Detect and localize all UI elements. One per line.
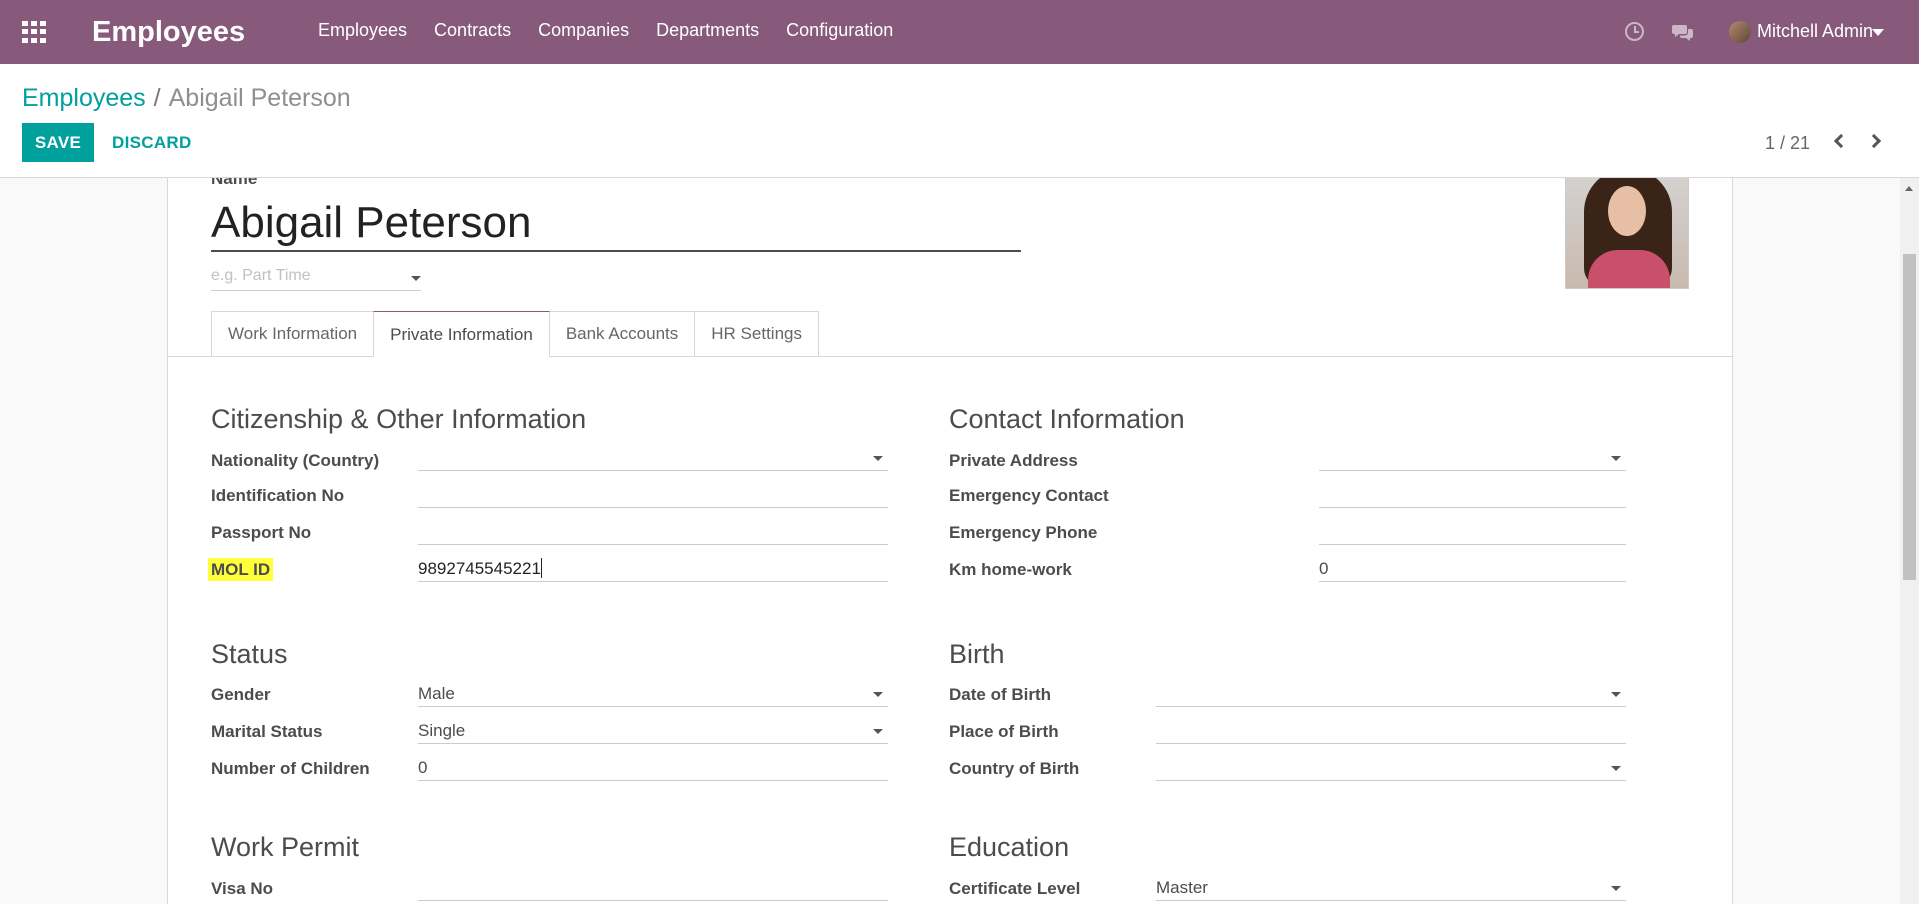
work-permit-group-title: Work Permit [211,832,360,862]
country-of-birth-label: Country of Birth [949,759,1080,778]
discard-button[interactable]: DISCARD [112,123,192,162]
form-sheet: Name Abigail Peterson e.g. Part Time Wor… [167,178,1733,904]
tab-work-information[interactable]: Work Information [211,311,375,356]
pager-value[interactable]: 1 / 21 [1765,133,1810,154]
gender-label: Gender [211,685,271,704]
messages-chat-icon[interactable] [1672,23,1694,41]
menu-item-configuration[interactable]: Configuration [786,20,893,41]
menu-item-employees[interactable]: Employees [318,20,407,41]
breadcrumb-employees-link[interactable]: Employees [22,84,146,112]
marital-status-value: Single [418,721,466,740]
employee-name-input[interactable]: Abigail Peterson [211,197,1021,252]
mol-id-label-text: MOL ID [208,558,274,581]
emergency-phone-label: Emergency Phone [949,523,1098,542]
breadcrumb: Employees / Abigail Peterson [22,84,351,113]
job-title-placeholder: e.g. Part Time [211,267,311,284]
user-menu-name[interactable]: Mitchell Admin [1757,21,1873,42]
caret-down-icon [1611,766,1621,771]
visa-no-label: Visa No [211,879,274,898]
user-menu-caret-icon[interactable] [1872,29,1884,36]
gender-value: Male [418,684,455,703]
nationality-select[interactable] [418,445,888,471]
identification-no-input[interactable] [418,482,888,508]
job-title-select[interactable]: e.g. Part Time [211,267,421,291]
contact-group-title: Contact Information [949,404,1185,434]
certificate-level-select[interactable]: Master [1156,875,1626,901]
user-avatar[interactable] [1729,21,1751,43]
pager-previous-button[interactable] [1830,132,1850,152]
caret-down-icon [873,729,883,734]
private-address-label: Private Address [949,451,1078,470]
marital-status-label: Marital Status [211,722,323,741]
save-button[interactable]: SAVE [22,123,94,162]
page-scrollbar[interactable] [1900,178,1919,904]
mol-id-value: 9892745545221 [418,559,541,578]
caret-down-icon [411,276,421,281]
passport-no-input[interactable] [418,519,888,545]
form-tabs: Work Information Private Information Ban… [211,311,819,357]
scroll-up-arrow-icon[interactable] [1905,186,1913,191]
form-view: Name Abigail Peterson e.g. Part Time Wor… [0,178,1900,904]
caret-down-icon [1611,692,1621,697]
top-navbar: Employees Employees Contracts Companies … [0,0,1919,64]
certificate-level-label: Certificate Level [949,879,1081,898]
emergency-contact-label: Emergency Contact [949,486,1109,505]
breadcrumb-current: Abigail Peterson [168,84,351,112]
mol-id-label: MOL ID [208,558,274,581]
certificate-level-value: Master [1156,878,1208,897]
passport-no-label: Passport No [211,523,312,542]
gender-select[interactable]: Male [418,681,888,707]
nationality-label: Nationality (Country) [211,451,380,470]
caret-down-icon [1611,886,1621,891]
private-address-select[interactable] [1319,445,1626,471]
tab-bank-accounts[interactable]: Bank Accounts [548,311,696,356]
citizenship-group-title: Citizenship & Other Information [211,404,587,434]
scrollbar-thumb[interactable] [1903,254,1916,580]
place-of-birth-label: Place of Birth [949,722,1059,741]
date-of-birth-input[interactable] [1156,681,1626,707]
text-cursor [540,558,542,578]
number-of-children-label: Number of Children [211,759,370,778]
menu-item-contracts[interactable]: Contracts [434,20,511,41]
caret-down-icon [873,692,883,697]
employee-photo[interactable] [1565,178,1689,289]
breadcrumb-separator: / [153,84,161,112]
km-home-work-label: Km home-work [949,560,1072,579]
marital-status-select[interactable]: Single [418,718,888,744]
pager-next-button[interactable] [1866,132,1887,152]
caret-down-icon [1611,456,1621,461]
km-home-work-input[interactable]: 0 [1319,556,1626,582]
education-group-title: Education [949,832,1070,862]
control-panel: Employees / Abigail Peterson SAVE DISCARD … [0,64,1919,178]
main-menu: Employees Contracts Companies Department… [318,20,920,41]
app-title: Employees [92,16,246,48]
birth-group-title: Birth [949,639,1005,669]
tab-hr-settings[interactable]: HR Settings [694,311,819,356]
place-of-birth-input[interactable] [1156,718,1626,744]
tab-private-information[interactable]: Private Information [373,311,550,357]
menu-item-companies[interactable]: Companies [538,20,629,41]
name-label: Name [211,178,258,188]
apps-menu-icon[interactable] [22,21,46,43]
chevron-left-icon [1833,133,1849,149]
caret-down-icon [873,456,883,461]
emergency-phone-input[interactable] [1319,519,1626,545]
number-of-children-input[interactable]: 0 [418,755,888,781]
date-of-birth-label: Date of Birth [949,685,1051,704]
visa-no-input[interactable] [418,875,888,901]
status-group-title: Status [211,639,288,669]
chevron-right-icon [1866,133,1882,149]
country-of-birth-select[interactable] [1156,755,1626,781]
mol-id-input[interactable]: 9892745545221 [418,556,888,582]
menu-item-departments[interactable]: Departments [656,20,759,41]
identification-no-label: Identification No [211,486,345,505]
emergency-contact-input[interactable] [1319,482,1626,508]
activity-clock-icon[interactable] [1625,22,1644,41]
